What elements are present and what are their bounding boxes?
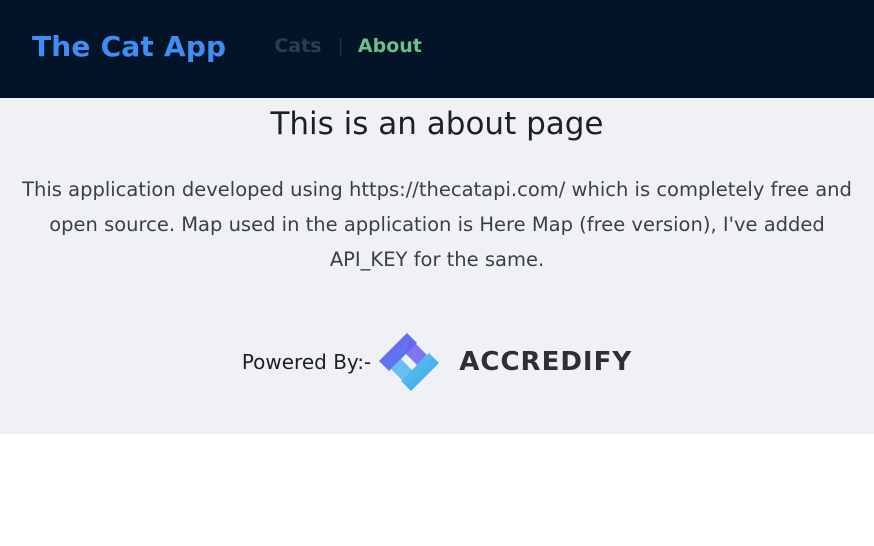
- nav-link-cats[interactable]: Cats: [274, 35, 321, 57]
- powered-by: Powered By:- ACCREDIFY: [0, 331, 874, 393]
- about-description: This application developed using https:/…: [22, 178, 852, 271]
- page-title: This is an about page: [270, 106, 604, 142]
- accredify-logo-icon: [379, 333, 440, 391]
- about-section: This is an about page This application d…: [0, 98, 874, 434]
- accredify-logo-text: ACCREDIFY: [459, 347, 633, 377]
- navbar: The Cat App Cats | About: [0, 0, 874, 98]
- main-nav: Cats | About: [274, 35, 422, 57]
- accredify-logo: ACCREDIFY: [377, 331, 632, 393]
- nav-link-about[interactable]: About: [358, 35, 422, 57]
- brand-link[interactable]: The Cat App: [32, 30, 226, 63]
- nav-separator: |: [337, 35, 344, 57]
- powered-by-label: Powered By:-: [241, 350, 372, 374]
